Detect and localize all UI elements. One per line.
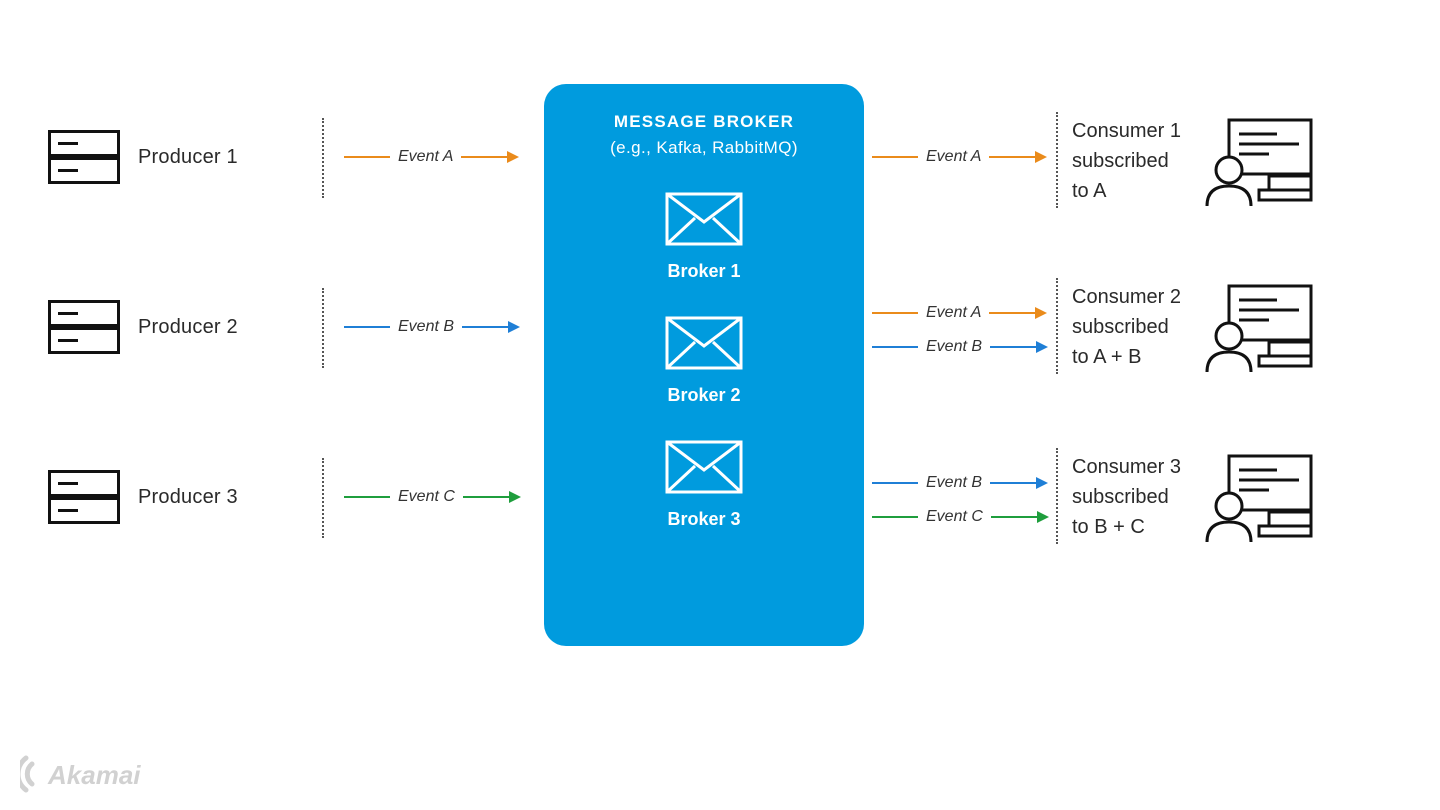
- logo-icon: Akamai: [20, 754, 170, 796]
- envelope-icon: [665, 316, 743, 370]
- akamai-logo: Akamai: [20, 754, 170, 796]
- diagram-stage: Producer 1 Producer 2 Producer 3 Event A…: [0, 0, 1440, 810]
- consumer-text: Consumer 2 subscribed to A + B: [1072, 282, 1181, 372]
- user-terminal-icon: [1199, 452, 1319, 544]
- arrow-event-a-right-2: Event A: [872, 304, 1047, 322]
- arrowhead-icon: [1036, 477, 1048, 489]
- consumer-line: to A + B: [1072, 342, 1181, 372]
- producer-label: Producer 2: [138, 316, 238, 339]
- server-icon: [48, 470, 120, 524]
- consumer-line: Consumer 2: [1072, 282, 1181, 312]
- consumer-text: Consumer 3 subscribed to B + C: [1072, 452, 1181, 542]
- broker-label: Broker 3: [574, 509, 834, 530]
- broker-item-1: Broker 1: [574, 192, 834, 282]
- producer-label: Producer 3: [138, 486, 238, 509]
- arrowhead-icon: [507, 151, 519, 163]
- consumer-line: subscribed: [1072, 482, 1181, 512]
- producer-2: Producer 2: [48, 300, 238, 354]
- arrowhead-icon: [1036, 341, 1048, 353]
- event-label: Event C: [398, 488, 455, 506]
- event-label: Event A: [926, 148, 981, 166]
- consumer-line: subscribed: [1072, 312, 1181, 342]
- event-label: Event B: [926, 474, 982, 492]
- dotted-divider: [322, 458, 324, 538]
- broker-label: Broker 2: [574, 385, 834, 406]
- dotted-divider: [1056, 448, 1058, 544]
- event-label: Event A: [398, 148, 453, 166]
- consumer-2: Consumer 2 subscribed to A + B: [1072, 282, 1402, 374]
- dotted-divider: [322, 118, 324, 198]
- arrowhead-icon: [508, 321, 520, 333]
- producer-3: Producer 3: [48, 470, 238, 524]
- consumer-line: Consumer 3: [1072, 452, 1181, 482]
- event-label: Event C: [926, 508, 983, 526]
- arrow-event-c-right-3: Event C: [872, 508, 1049, 526]
- logo-text: Akamai: [47, 760, 141, 790]
- consumer-line: Consumer 1: [1072, 116, 1181, 146]
- message-broker-box: MESSAGE BROKER (e.g., Kafka, RabbitMQ) B…: [544, 84, 864, 646]
- user-terminal-icon: [1199, 116, 1319, 208]
- event-label: Event A: [926, 304, 981, 322]
- arrowhead-icon: [1035, 307, 1047, 319]
- broker-label: Broker 1: [574, 261, 834, 282]
- event-label: Event B: [398, 318, 454, 336]
- consumer-line: subscribed: [1072, 146, 1181, 176]
- arrow-event-b-left: Event B: [344, 318, 534, 336]
- consumer-3: Consumer 3 subscribed to B + C: [1072, 452, 1402, 544]
- broker-title: MESSAGE BROKER: [574, 112, 834, 132]
- user-terminal-icon: [1199, 282, 1319, 374]
- server-icon: [48, 130, 120, 184]
- consumer-text: Consumer 1 subscribed to A: [1072, 116, 1181, 206]
- broker-item-3: Broker 3: [574, 440, 834, 530]
- arrowhead-icon: [1035, 151, 1047, 163]
- arrowhead-icon: [509, 491, 521, 503]
- arrowhead-icon: [1037, 511, 1049, 523]
- event-label: Event B: [926, 338, 982, 356]
- broker-item-2: Broker 2: [574, 316, 834, 406]
- arrow-event-c-left: Event C: [344, 488, 534, 506]
- server-icon: [48, 300, 120, 354]
- envelope-icon: [665, 192, 743, 246]
- arrow-event-b-right-3: Event B: [872, 474, 1048, 492]
- envelope-icon: [665, 440, 743, 494]
- dotted-divider: [322, 288, 324, 368]
- producer-1: Producer 1: [48, 130, 238, 184]
- arrow-event-b-right-2: Event B: [872, 338, 1048, 356]
- consumer-1: Consumer 1 subscribed to A: [1072, 116, 1402, 208]
- dotted-divider: [1056, 112, 1058, 208]
- broker-subtitle: (e.g., Kafka, RabbitMQ): [574, 138, 834, 158]
- consumer-line: to B + C: [1072, 512, 1181, 542]
- producer-label: Producer 1: [138, 146, 238, 169]
- consumer-line: to A: [1072, 176, 1181, 206]
- arrow-event-a-left: Event A: [344, 148, 534, 166]
- arrow-event-a-right-1: Event A: [872, 148, 1047, 166]
- dotted-divider: [1056, 278, 1058, 374]
